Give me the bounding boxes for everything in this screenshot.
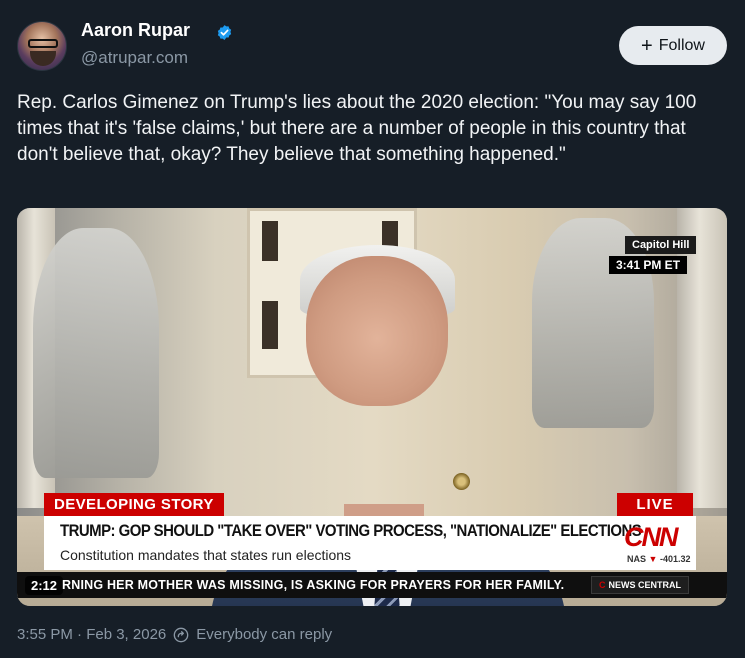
avatar-beard [30,51,56,66]
chyron: TRUMP: GOP SHOULD "TAKE OVER" VOTING PRO… [44,516,696,570]
window-pane [262,221,278,261]
video-player[interactable]: Capitol Hill 3:41 PM ET DEVELOPING STORY… [17,208,727,606]
news-central-badge: C NEWS CENTRAL [591,576,689,594]
reply-setting-label: Everybody can reply [196,626,333,643]
news-ticker: 2:12 RNING HER MOTHER WAS MISSING, IS AS… [17,572,727,598]
down-arrow-icon: ▼ [648,554,658,564]
window-pane [262,301,278,349]
chyron-subheadline: Constitution mandates that states run el… [60,547,352,563]
cnn-logo-icon: CNN [624,522,678,552]
follow-button[interactable]: + Follow [619,26,727,65]
post-text: Rep. Carlos Gimenez on Trump's lies abou… [17,92,697,165]
market-ticker: NAS ▼ -401.32 [627,554,691,564]
avatar[interactable] [17,21,67,71]
avatar-glasses [28,39,58,48]
verified-badge-icon [217,25,232,40]
cnn-c-icon: C [599,580,606,590]
news-central-label: NEWS CENTRAL [608,580,682,590]
market-value: -401.32 [659,554,691,564]
live-badge: LIVE [617,493,693,516]
author-name[interactable]: Aaron Rupar [81,20,190,41]
post-timestamp[interactable]: 3:55 PM · Feb 3, 2026 [17,626,166,643]
left-statue [33,228,159,478]
chyron-headline: TRUMP: GOP SHOULD "TAKE OVER" VOTING PRO… [60,521,642,540]
lapel-pin [453,473,470,490]
video-duration: 2:12 [25,576,64,595]
time-tag: 3:41 PM ET [609,256,688,274]
speaker-face [306,256,448,406]
reply-settings-icon [173,627,189,642]
ticker-text: RNING HER MOTHER WAS MISSING, IS ASKING … [62,578,565,592]
location-tag: Capitol Hill [625,236,697,254]
post-footer: 3:55 PM · Feb 3, 2026 Everybody can repl… [17,626,332,643]
developing-story-label: DEVELOPING STORY [44,493,224,516]
plus-icon: + [641,34,653,57]
follow-label: Follow [658,36,705,54]
market-index: NAS [627,554,647,564]
author-handle[interactable]: @atrupar.com [81,48,188,68]
